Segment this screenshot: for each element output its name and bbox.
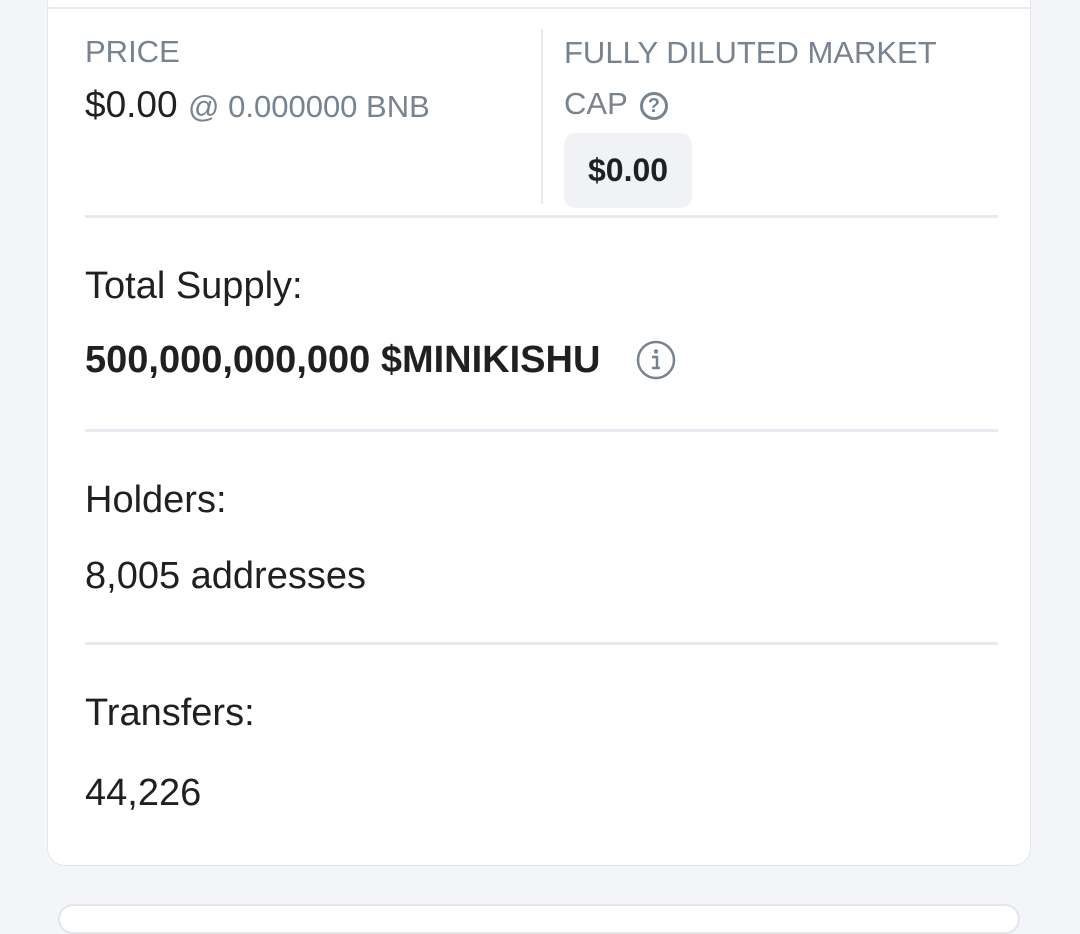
info-circle-icon[interactable] bbox=[636, 340, 676, 380]
total-supply-row: 500,000,000,000 $MINIKISHU bbox=[85, 338, 676, 382]
holders-section: Holders: 8,005 addresses bbox=[85, 478, 366, 598]
section-divider bbox=[85, 429, 998, 432]
holders-label: Holders: bbox=[85, 479, 227, 521]
card-header-divider bbox=[48, 7, 1030, 9]
section-divider bbox=[85, 642, 998, 645]
section-divider bbox=[85, 215, 998, 218]
fdmc-value-badge: $0.00 bbox=[564, 133, 693, 208]
transfers-label: Transfers: bbox=[85, 692, 255, 734]
holders-value[interactable]: 8,005 addresses bbox=[85, 554, 366, 598]
transfers-section: Transfers: 44,226 bbox=[85, 691, 255, 815]
fdmc-label: FULLY DILUTED MARKET CAP bbox=[564, 35, 937, 121]
total-supply-section: Total Supply: 500,000,000,000 $MINIKISHU bbox=[85, 264, 676, 382]
question-circle-icon[interactable]: ? bbox=[639, 92, 668, 120]
fully-diluted-market-cap-section: FULLY DILUTED MARKET CAP ? $0.00 bbox=[564, 33, 1004, 208]
price-line: $0.00 @ 0.000000 BNB bbox=[85, 83, 430, 135]
column-divider bbox=[541, 29, 543, 204]
fdmc-label-row: FULLY DILUTED MARKET CAP ? bbox=[564, 27, 1004, 129]
price-section: PRICE $0.00 @ 0.000000 BNB bbox=[85, 33, 430, 135]
total-supply-value: 500,000,000,000 $MINIKISHU bbox=[85, 339, 601, 381]
transfers-value: 44,226 bbox=[85, 772, 202, 814]
token-overview-card: PRICE $0.00 @ 0.000000 BNB FULLY DILUTED… bbox=[47, 0, 1031, 866]
price-value: $0.00 bbox=[85, 84, 178, 125]
total-supply-label: Total Supply: bbox=[85, 265, 303, 307]
price-label: PRICE bbox=[85, 34, 180, 69]
price-bnb-value: @ 0.000000 BNB bbox=[188, 89, 430, 124]
